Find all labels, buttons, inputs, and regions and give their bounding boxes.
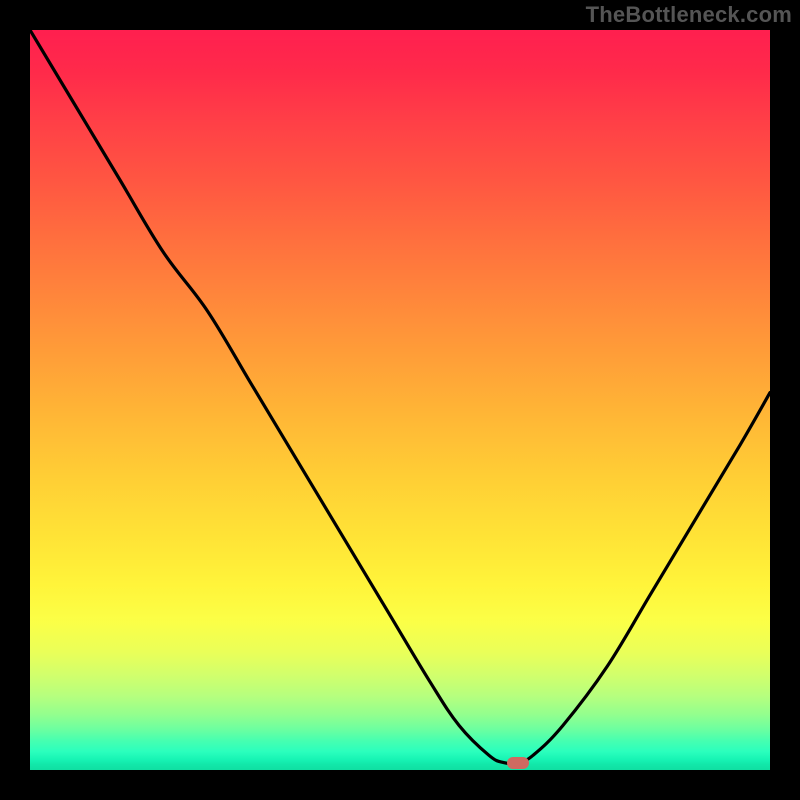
watermark-text: TheBottleneck.com [586, 2, 792, 28]
optimal-marker [507, 757, 529, 769]
chart-frame: TheBottleneck.com [0, 0, 800, 800]
plot-area [30, 30, 770, 770]
bottleneck-curve [30, 30, 770, 770]
